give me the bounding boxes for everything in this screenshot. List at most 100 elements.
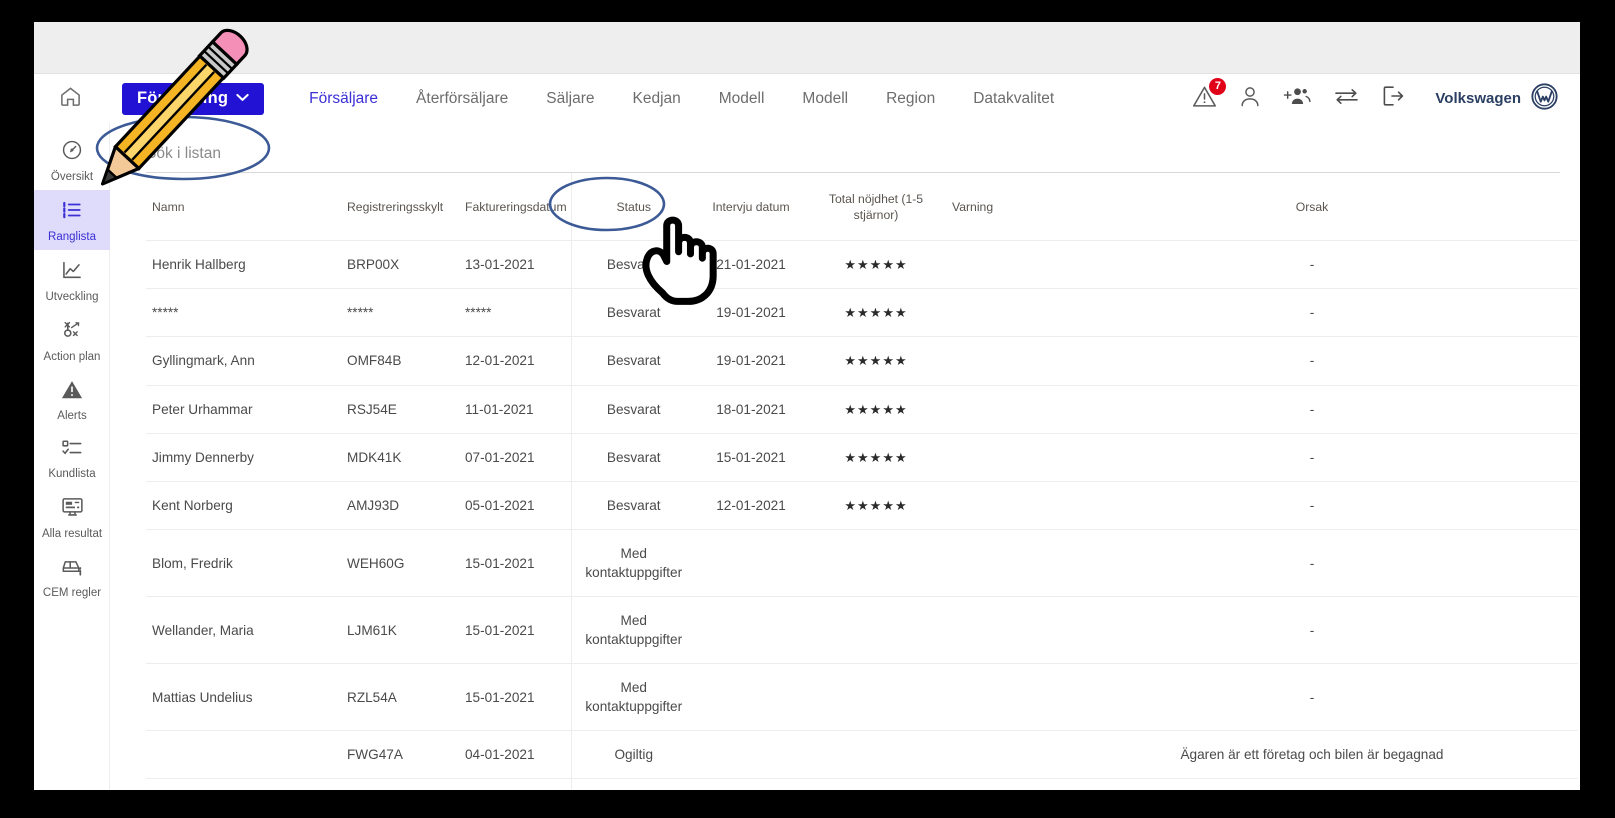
sidebar-item-label: Action plan (43, 351, 101, 363)
home-button[interactable] (34, 74, 106, 123)
tab-modell-1[interactable]: Modell (700, 74, 784, 123)
forsaljning-dropdown-button[interactable]: Försäljning (122, 82, 265, 115)
cell-faktureringsdatum: 12-01-2021 (459, 336, 571, 385)
cell-namn: Jimmy Dennerby (146, 432, 341, 482)
cell-intervju-datum (696, 778, 806, 790)
table-row[interactable]: FWG47A 04-01-2021 Ogiltig Ägaren är ett för… (146, 730, 1578, 779)
cell-orsak: - (1046, 384, 1578, 434)
cell-intervju-datum (696, 663, 806, 731)
cell-total-nojdhet (806, 778, 946, 790)
table-row[interactable]: Blom, Fredrik WEH60G 15-01-2021 Med kontakt… (146, 529, 1578, 597)
sidebar-item-action-plan[interactable]: Action plan (34, 310, 110, 370)
logout-button[interactable] (1381, 84, 1405, 113)
header-tabs: Försäljare Återförsäljare Säljare Kedjan… (290, 74, 1073, 123)
column-header-faktureringsdatum[interactable]: Faktureringsdatum (459, 173, 571, 240)
cell-namn: Blom, Fredrik (146, 529, 341, 597)
tab-forsaljare[interactable]: Försäljare (290, 74, 397, 123)
table-row[interactable]: Mattias Undelius RZL54A 15-01-2021 Med kont… (146, 663, 1578, 731)
cell-intervju-datum (696, 730, 806, 779)
app-header: Försäljning Försäljare Återförsäljare Sä… (34, 74, 1580, 123)
cell-varning (946, 730, 1046, 779)
cell-orsak: - (1046, 288, 1578, 337)
cell-faktureringsdatum: 15-01-2021 (459, 596, 571, 664)
cell-orsak: Bilägaren får inte vara ett företag av k… (1046, 778, 1578, 790)
table-row[interactable]: Peter Urhammar RSJ54E 11-01-2021 Besvarat 18… (146, 384, 1578, 434)
cell-namn: Peter Urhammar (146, 384, 341, 434)
cell-status: Besvarat (570, 239, 696, 289)
star-rating: ★★★★★ (844, 497, 908, 513)
switch-account-button[interactable] (1334, 87, 1359, 110)
cell-total-nojdhet (806, 663, 946, 731)
cell-registreringsskylt: AMJ93D (341, 480, 459, 530)
sidebar-item-label: Ranglista (48, 231, 96, 243)
sidebar-item-utveckling[interactable]: Utveckling (34, 250, 110, 310)
tab-modell-2[interactable]: Modell (783, 74, 867, 123)
column-header-total-nojdhet[interactable]: Total nöjdhet (1-5 stjärnor) (806, 173, 946, 240)
sidebar-item-oversikt[interactable]: Översikt (34, 130, 110, 190)
cell-namn: Mattias Undelius (146, 663, 341, 731)
action-plan-icon (61, 319, 83, 346)
sidebar-item-cem-regler[interactable]: CEM regler (34, 547, 110, 606)
cell-status: Besvarat (570, 288, 696, 337)
sidebar-item-alerts[interactable]: Alerts (34, 370, 110, 429)
cell-varning (946, 663, 1046, 731)
cell-total-nojdhet: ★★★★★ (806, 384, 946, 434)
cell-orsak: - (1046, 432, 1578, 482)
cell-registreringsskylt: MDK41K (341, 432, 459, 482)
cell-namn (146, 730, 341, 779)
ranglista-table: Namn Registreringsskylt Faktureringsdatu… (146, 173, 1578, 790)
tab-saljare[interactable]: Säljare (527, 74, 613, 123)
sidebar-item-label: Alla resultat (41, 528, 103, 540)
profile-button[interactable] (1239, 85, 1261, 113)
main-content: Namn Registreringsskylt Faktureringsdatu… (110, 123, 1580, 790)
cell-varning (946, 529, 1046, 597)
star-rating: ★★★★★ (844, 305, 908, 321)
tab-aterforsaljare[interactable]: Återförsäljare (397, 74, 527, 123)
sidebar-item-label: Översikt (50, 171, 94, 183)
table-row[interactable]: Henrik Hallberg BRP00X 13-01-2021 Besvarat 2… (146, 239, 1578, 289)
cell-faktureringsdatum: 05-01-2021 (459, 480, 571, 530)
cell-registreringsskylt: ***** (341, 288, 459, 337)
table-row[interactable]: Gyllingmark, Ann OMF84B 12-01-2021 Besvarat… (146, 336, 1578, 385)
brand: Volkswagen (1435, 83, 1558, 114)
cell-intervju-datum: 18-01-2021 (696, 384, 806, 434)
table-row[interactable]: ***** ***** ***** Besvarat 19-01-2021 ★★★★★ - (146, 288, 1578, 337)
column-header-varning[interactable]: Varning (946, 173, 1046, 240)
cell-varning (946, 596, 1046, 664)
table-row[interactable]: Jimmy Dennerby MDK41K 07-01-2021 Besvarat 15… (146, 432, 1578, 482)
column-header-registreringsskylt[interactable]: Registreringsskylt (341, 173, 459, 240)
sidebar-item-alla-resultat[interactable]: Alla resultat (34, 487, 110, 547)
checklist-icon (61, 438, 83, 463)
sidebar: Översikt Ranglista Utveckling Action pla… (34, 123, 110, 790)
star-rating: ★★★★★ (844, 353, 908, 369)
table-row[interactable]: Wellander, Maria LJM61K 15-01-2021 Med kont… (146, 596, 1578, 664)
tab-region[interactable]: Region (867, 74, 954, 123)
column-header-orsak[interactable]: Orsak (1046, 173, 1578, 240)
tab-kedjan[interactable]: Kedjan (613, 74, 699, 123)
table-row[interactable]: SKE57504-01-2021Ogiltig Bilägaren får int… (146, 778, 1578, 790)
cell-registreringsskylt: FWG47A (341, 730, 459, 779)
column-header-status[interactable]: Status (570, 173, 696, 241)
cell-total-nojdhet: ★★★★★ (806, 288, 946, 337)
tab-datakvalitet[interactable]: Datakvalitet (954, 74, 1073, 123)
cell-intervju-datum: 12-01-2021 (696, 480, 806, 530)
column-header-namn[interactable]: Namn (146, 173, 341, 240)
search-input[interactable] (146, 145, 566, 163)
cell-status: Ogiltig (570, 730, 696, 779)
sidebar-item-kundlista[interactable]: Kundlista (34, 429, 110, 487)
table-row[interactable]: Kent Norberg AMJ93D 05-01-2021 Besvarat 12-0… (146, 480, 1578, 530)
add-users-button[interactable] (1283, 86, 1312, 112)
cell-namn: Kent Norberg (146, 480, 341, 530)
cell-varning (946, 432, 1046, 482)
primary-button-label: Försäljning (137, 89, 229, 107)
alerts-button[interactable]: 7 (1192, 77, 1227, 113)
user-icon (1239, 85, 1261, 113)
sidebar-item-ranglista[interactable]: Ranglista (34, 190, 110, 250)
alerts-badge: 7 (1209, 77, 1227, 95)
list-ordered-icon (61, 199, 83, 226)
cell-orsak: - (1046, 239, 1578, 289)
column-header-intervju-datum[interactable]: Intervju datum (696, 173, 806, 240)
cell-total-nojdhet: ★★★★★ (806, 239, 946, 289)
cell-status: Besvarat (570, 384, 696, 434)
volkswagen-logo-icon (1531, 83, 1558, 114)
